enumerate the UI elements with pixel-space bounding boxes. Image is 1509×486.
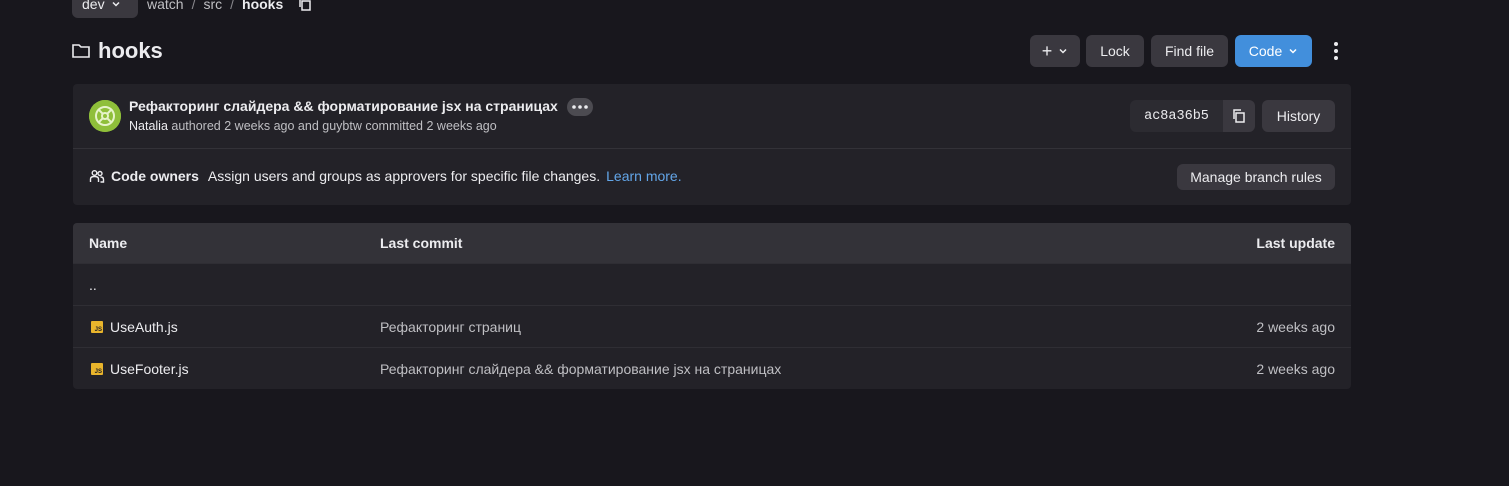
file-name-cell[interactable]: UseFooter.js [91, 361, 189, 377]
find-file-label: Find file [1164, 43, 1215, 59]
committed-text: committed [365, 119, 424, 133]
breadcrumb: watch / src / hooks [147, 0, 313, 12]
table-row[interactable]: UseAuth.js Рефакторинг страниц 2 weeks a… [73, 305, 1351, 347]
file-name[interactable]: UseAuth.js [110, 319, 178, 335]
commit-meta: Natalia authored 2 weeks ago and guybtw … [129, 119, 497, 133]
history-label: History [1276, 108, 1321, 124]
code-button-label: Code [1248, 43, 1283, 59]
commit-title[interactable]: Рефакторинг слайдера && форматирование j… [129, 98, 558, 114]
expand-commit-button[interactable] [567, 98, 593, 116]
file-last-update: 2 weeks ago [1256, 360, 1335, 377]
file-name-cell[interactable]: UseAuth.js [91, 319, 178, 335]
commit-sha[interactable]: ac8a36b5 [1130, 100, 1223, 132]
and-text: and [297, 119, 319, 133]
add-dropdown-button[interactable]: + [1030, 35, 1080, 67]
authored-time: 2 weeks ago [224, 119, 295, 133]
find-file-button[interactable]: Find file [1151, 35, 1228, 67]
column-header-last-commit: Last commit [380, 235, 463, 251]
branch-name: dev [82, 0, 105, 12]
manage-branch-rules-button[interactable]: Manage branch rules [1177, 164, 1335, 190]
file-name[interactable]: UseFooter.js [110, 361, 189, 377]
manage-branch-rules-label: Manage branch rules [1190, 169, 1322, 185]
authored-text: authored [171, 119, 221, 133]
file-last-commit[interactable]: Рефакторинг страниц [380, 319, 521, 335]
lock-button-label: Lock [1100, 43, 1130, 59]
divider [73, 148, 1351, 149]
file-table: Name Last commit Last update .. UseAuth.… [73, 223, 1351, 389]
users-icon [89, 170, 105, 183]
copy-sha-button[interactable] [1223, 100, 1255, 132]
code-owners-info: Code owners Assign users and groups as a… [89, 168, 682, 184]
more-actions-icon[interactable] [1326, 38, 1346, 64]
ellipsis-icon [572, 105, 588, 109]
breadcrumb-current[interactable]: hooks [242, 0, 283, 12]
author-link[interactable]: Natalia [129, 119, 168, 133]
copy-icon [1233, 109, 1245, 123]
js-file-icon [91, 362, 103, 375]
table-header: Name Last commit Last update [73, 223, 1351, 263]
table-row-parent[interactable]: .. [73, 263, 1351, 305]
copy-path-icon[interactable] [297, 0, 313, 12]
chevron-down-icon [112, 1, 120, 7]
breadcrumb-item[interactable]: src [203, 0, 222, 12]
branch-selector[interactable]: dev [72, 0, 138, 18]
chevron-down-icon [1059, 48, 1067, 54]
history-button[interactable]: History [1262, 100, 1335, 132]
column-header-last-update: Last update [1256, 235, 1335, 251]
file-last-commit[interactable]: Рефакторинг слайдера && форматирование j… [380, 361, 781, 377]
breadcrumb-item[interactable]: watch [147, 0, 184, 12]
table-row[interactable]: UseFooter.js Рефакторинг слайдера && фор… [73, 347, 1351, 389]
js-file-icon [91, 320, 103, 333]
breadcrumb-separator: / [230, 0, 235, 12]
breadcrumb-separator: / [191, 0, 196, 12]
chevron-down-icon [1289, 48, 1297, 54]
page-title: hooks [98, 38, 163, 63]
learn-more-link[interactable]: Learn more. [606, 168, 681, 184]
plus-icon: + [1041, 41, 1053, 61]
lock-button[interactable]: Lock [1086, 35, 1144, 67]
code-owners-label: Code owners [111, 168, 199, 184]
code-owners-description: Assign users and groups as approvers for… [207, 168, 601, 184]
parent-directory-link[interactable]: .. [89, 277, 97, 293]
code-dropdown-button[interactable]: Code [1235, 35, 1312, 67]
file-last-update: 2 weeks ago [1256, 318, 1335, 335]
avatar[interactable] [89, 100, 121, 132]
page-header: hooks [72, 38, 163, 64]
column-header-name: Name [89, 235, 128, 251]
folder-icon [72, 44, 90, 58]
committer-name: guybtw [322, 119, 362, 133]
committed-time: 2 weeks ago [426, 119, 497, 133]
